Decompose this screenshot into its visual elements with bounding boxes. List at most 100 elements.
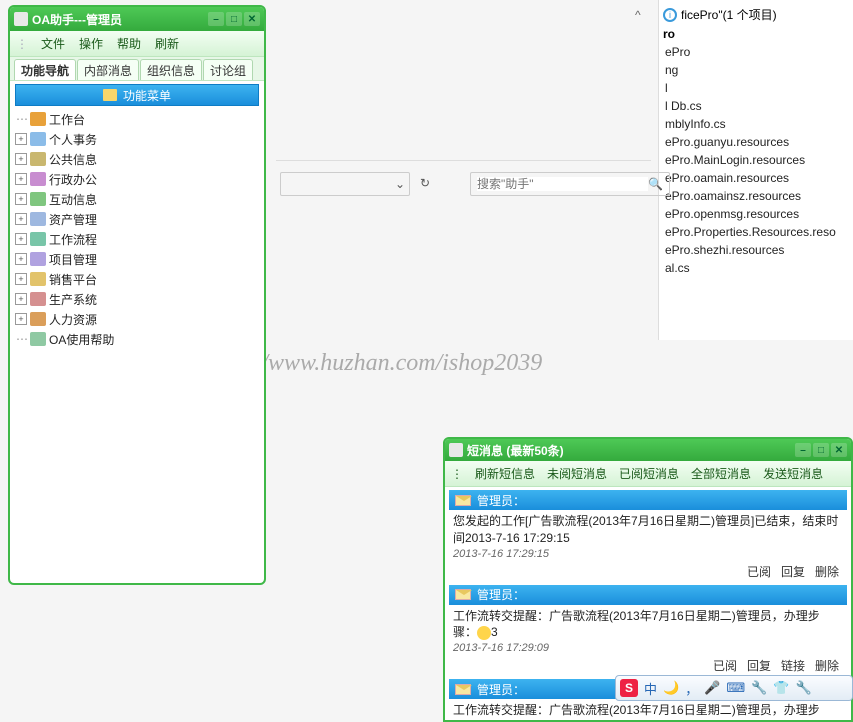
msg-action-link[interactable]: 删除 <box>815 659 839 673</box>
menu-all-msg[interactable]: 全部短消息 <box>691 465 751 482</box>
menu-help[interactable]: 帮助 <box>117 35 141 52</box>
msg-titlebar[interactable]: 短消息 (最新50条) – □ ✕ <box>445 439 851 461</box>
tree-leaf-dots: ⋯ <box>15 332 29 346</box>
expander-icon[interactable]: + <box>15 233 27 245</box>
expander-icon[interactable]: + <box>15 253 27 265</box>
tree-node[interactable]: ⋯OA使用帮助 <box>15 329 259 349</box>
minimize-button[interactable]: – <box>208 12 224 26</box>
menu-file[interactable]: 文件 <box>41 35 65 52</box>
menu-refresh-msg[interactable]: 刷新短信息 <box>475 465 535 482</box>
menu-refresh[interactable]: 刷新 <box>155 35 179 52</box>
tree-node-icon <box>30 332 46 346</box>
msg-action-link[interactable]: 链接 <box>781 659 805 673</box>
tree-node[interactable]: + 行政办公 <box>15 169 259 189</box>
ide-file-item[interactable]: ePro.MainLogin.resources <box>659 151 853 169</box>
maximize-button[interactable]: □ <box>813 443 829 457</box>
tab-internal-msg[interactable]: 内部消息 <box>77 59 139 80</box>
expander-icon[interactable]: + <box>15 173 27 185</box>
expander-icon[interactable]: + <box>15 313 27 325</box>
ime-keyboard-icon[interactable]: ⌨ <box>726 680 745 696</box>
ide-file-item[interactable]: ePro.openmsg.resources <box>659 205 853 223</box>
filter-dropdown[interactable]: ⌄ <box>280 172 410 196</box>
ide-file-item[interactable]: ePro.Properties.Resources.reso <box>659 223 853 241</box>
tree-node-label: 工作台 <box>49 111 85 128</box>
tree-node[interactable]: +互动信息 <box>15 189 259 209</box>
ide-file-item[interactable]: al.cs <box>659 259 853 277</box>
tab-org-info[interactable]: 组织信息 <box>140 59 202 80</box>
expander-icon[interactable]: + <box>15 213 27 225</box>
close-button[interactable]: ✕ <box>244 12 260 26</box>
search-input[interactable] <box>477 177 648 191</box>
search-toolbar: ⌄ ↻ 🔍 <box>280 172 670 196</box>
envelope-icon <box>455 684 471 695</box>
ime-toolbar[interactable]: S 中 🌙 ， 🎤 ⌨ 🔧 👕 🔧 <box>615 675 853 701</box>
msg-action-link[interactable]: 回复 <box>747 659 771 673</box>
tree-header[interactable]: 功能菜单 <box>15 84 259 106</box>
menu-read-msg[interactable]: 已阅短消息 <box>619 465 679 482</box>
ime-wrench-icon[interactable]: 🔧 <box>796 680 812 696</box>
ime-skin-icon[interactable]: 👕 <box>773 680 789 696</box>
tab-nav[interactable]: 功能导航 <box>14 59 76 80</box>
msg-actions: 已阅回复链接删除 <box>445 656 851 676</box>
tree-node-label: 资产管理 <box>49 211 97 228</box>
msg-action-link[interactable]: 回复 <box>781 565 805 579</box>
expander-icon[interactable]: + <box>15 293 27 305</box>
reload-icon[interactable]: ↻ <box>420 176 436 192</box>
msg-body-text: 您发起的工作[广告歌流程(2013年7月16日星期二)管理员]已结束，结束时间2… <box>445 510 851 548</box>
msg-action-link[interactable]: 已阅 <box>713 659 737 673</box>
tree-node-label: 行政办公 <box>49 171 97 188</box>
vdots-icon: ⋮ <box>16 37 27 51</box>
tree-node[interactable]: ⋯工作台 <box>15 109 259 129</box>
ide-file-item[interactable]: mblyInfo.cs <box>659 115 853 133</box>
ide-file-item[interactable]: ePro.oamain.resources <box>659 169 853 187</box>
close-button[interactable]: ✕ <box>831 443 847 457</box>
vdots-icon: ⋮ <box>451 467 463 481</box>
tree-node[interactable]: +项目管理 <box>15 249 259 269</box>
msg-item-header[interactable]: 管理员： <box>449 490 847 510</box>
msg-sender: 管理员： <box>477 681 525 698</box>
ide-file-item[interactable]: ng <box>659 61 853 79</box>
search-box[interactable]: 🔍 <box>470 172 670 196</box>
chevron-up-icon[interactable]: ^ <box>635 8 649 22</box>
maximize-button[interactable]: □ <box>226 12 242 26</box>
ide-file-item[interactable]: ePro.shezhi.resources <box>659 241 853 259</box>
expander-icon[interactable]: + <box>15 273 27 285</box>
msg-item-header[interactable]: 管理员： <box>449 585 847 605</box>
tree-node[interactable]: +人力资源 <box>15 309 259 329</box>
ime-tool-icon[interactable]: 🔧 <box>751 680 767 696</box>
menu-unread-msg[interactable]: 未阅短消息 <box>547 465 607 482</box>
msg-action-link[interactable]: 删除 <box>815 565 839 579</box>
msg-actions: 已阅回复删除 <box>445 562 851 582</box>
minimize-button[interactable]: – <box>795 443 811 457</box>
ime-mic-icon[interactable]: 🎤 <box>704 680 720 696</box>
ime-punct[interactable]: ， <box>685 679 698 698</box>
msg-sender: 管理员： <box>477 492 525 509</box>
tree-node-label: 公共信息 <box>49 151 97 168</box>
ide-file-item[interactable]: l Db.cs <box>659 97 853 115</box>
tree-node[interactable]: + 公共信息 <box>15 149 259 169</box>
tree-node[interactable]: +生产系统 <box>15 289 259 309</box>
ide-file-item[interactable]: ePro <box>659 43 853 61</box>
ide-file-item[interactable]: l <box>659 79 853 97</box>
msg-body-text: 工作流转交提醒：广告歌流程(2013年7月16日星期二)管理员，办理步骤：3 <box>445 605 851 643</box>
menu-operate[interactable]: 操作 <box>79 35 103 52</box>
msg-menubar: ⋮ 刷新短信息 未阅短消息 已阅短消息 全部短消息 发送短消息 <box>445 461 851 487</box>
msg-action-link[interactable]: 已阅 <box>747 565 771 579</box>
ime-moon-icon[interactable]: 🌙 <box>663 680 679 696</box>
tab-discuss[interactable]: 讨论组 <box>203 59 253 80</box>
expander-icon[interactable]: + <box>15 153 27 165</box>
expander-icon[interactable]: + <box>15 133 27 145</box>
ide-project-name[interactable]: ro <box>659 25 853 43</box>
oa-titlebar[interactable]: OA助手---管理员 – □ ✕ <box>10 7 264 31</box>
ide-file-item[interactable]: ePro.oamainsz.resources <box>659 187 853 205</box>
ime-logo-icon[interactable]: S <box>620 679 638 697</box>
search-icon[interactable]: 🔍 <box>648 177 663 191</box>
tree-node[interactable]: +个人事务 <box>15 129 259 149</box>
tree-node[interactable]: +工作流程 <box>15 229 259 249</box>
menu-send-msg[interactable]: 发送短消息 <box>763 465 823 482</box>
ime-lang[interactable]: 中 <box>644 679 657 698</box>
ide-file-item[interactable]: ePro.guanyu.resources <box>659 133 853 151</box>
tree-node[interactable]: + 资产管理 <box>15 209 259 229</box>
tree-node[interactable]: +销售平台 <box>15 269 259 289</box>
expander-icon[interactable]: + <box>15 193 27 205</box>
